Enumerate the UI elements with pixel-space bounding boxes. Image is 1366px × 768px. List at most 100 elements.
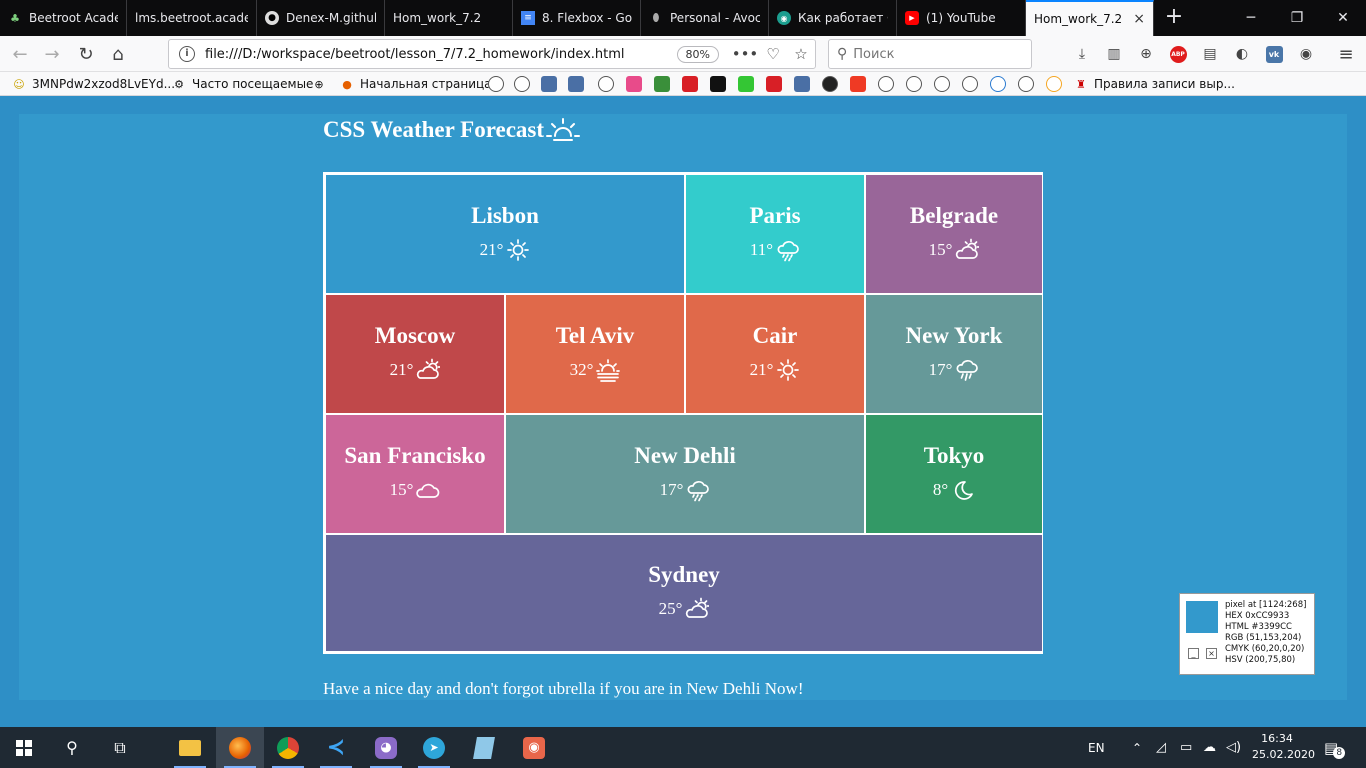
file-explorer-button[interactable] [166, 727, 214, 768]
forward-button[interactable]: → [38, 40, 66, 68]
app-eye-taskbar-button[interactable]: ◉ [510, 727, 558, 768]
back-button[interactable]: ← [6, 40, 34, 68]
search-taskbar-button[interactable]: ⚲ [48, 727, 96, 768]
home-button[interactable]: ⌂ [104, 40, 132, 68]
reload-button[interactable]: ↻ [72, 40, 100, 68]
city-name: Paris [749, 202, 801, 228]
url-text[interactable]: file:///D:/workspace/beetroot/lesson_7/7… [205, 47, 677, 62]
close-window-button[interactable]: ✕ [1320, 0, 1366, 36]
language-indicator[interactable]: EN [1088, 727, 1105, 768]
onedrive-icon[interactable]: ☁ [1203, 727, 1216, 768]
gear-icon: ⚙ [174, 77, 184, 91]
nav-bar: ← → ↻ ⌂ i file:///D:/workspace/beetroot/… [0, 36, 1366, 72]
bookmark-icon-7[interactable] [654, 76, 670, 92]
bookmark-icon-20[interactable] [1018, 76, 1034, 92]
vscode-taskbar-button[interactable]: ≺ [312, 727, 360, 768]
bookmark-icon-5[interactable] [598, 76, 614, 92]
smiley-icon: ☺ [13, 77, 25, 91]
bookmark-icon-17[interactable] [934, 76, 950, 92]
beet-icon: ♣ [10, 11, 20, 25]
account-icon[interactable]: ◉ [1296, 44, 1316, 64]
reader-view-icon[interactable]: ▤ [1200, 44, 1220, 64]
color-info: pixel at [1124:268] HEX 0xCC9933 HTML #3… [1225, 600, 1307, 665]
picker-minimize-button[interactable]: _ [1188, 648, 1199, 659]
temperature: 21° [479, 239, 504, 259]
bookmark-icon-19[interactable] [990, 76, 1006, 92]
cloud-icon [416, 483, 440, 498]
bookmark-star-icon[interactable]: ☆ [787, 45, 815, 63]
tab-beetroot-academy[interactable]: ♣Beetroot Academ [0, 0, 127, 36]
menu-icon[interactable]: ≡ [1336, 44, 1356, 65]
bookmark-icon-3[interactable] [541, 76, 557, 92]
bookmark-first[interactable]: ☺ 3MNPdw2xzod8LvEYd... [12, 75, 175, 93]
docs-icon: ≡ [521, 11, 535, 25]
chrome-taskbar-button[interactable] [264, 727, 312, 768]
tab-lms[interactable]: lms.beetroot.academ [127, 0, 257, 36]
start-button[interactable] [0, 727, 48, 768]
partly-cloudy-icon [417, 358, 441, 379]
extension-icon[interactable]: ◐ [1232, 44, 1252, 64]
volume-icon[interactable]: ◁) [1226, 727, 1241, 768]
bookmark-icon-21[interactable] [1046, 76, 1062, 92]
url-bar[interactable]: i file:///D:/workspace/beetroot/lesson_7… [168, 39, 816, 69]
bookmark-icon-13[interactable] [822, 76, 838, 92]
library-icon[interactable]: ▥ [1104, 44, 1124, 64]
bookmark-icon-1[interactable] [488, 76, 504, 92]
network-icon[interactable]: ◿ [1156, 727, 1166, 768]
bookmark-icon-9[interactable] [710, 76, 726, 92]
bookmark-icon-15[interactable] [878, 76, 894, 92]
tab-avocode[interactable]: ⬮ Personal - Avoc [641, 0, 769, 36]
city-name: Lisbon [471, 202, 539, 228]
extension-globe-icon[interactable]: ⊕ [1136, 44, 1156, 64]
minimize-button[interactable]: ─ [1228, 0, 1274, 36]
info-icon[interactable]: i [179, 46, 195, 62]
tab-css-article[interactable]: ◉Как работает CS [769, 0, 897, 36]
zoom-indicator[interactable]: 80% [676, 45, 719, 63]
tab-youtube[interactable]: ▶ (1) YouTube [897, 0, 1026, 36]
bookmark-icon-16[interactable] [906, 76, 922, 92]
bookmark-icon-8[interactable] [682, 76, 698, 92]
bookmark-icon-14[interactable] [850, 76, 866, 92]
bookmark-last[interactable]: ♜ Правила записи выр... [1074, 75, 1235, 93]
bookmark-most-visited[interactable]: ⚙ Часто посещаемые [172, 75, 313, 93]
telegram-taskbar-button[interactable]: ➤ [410, 727, 458, 768]
vk-icon[interactable]: vk [1264, 44, 1284, 64]
new-tab-button[interactable]: + [1160, 4, 1188, 32]
page-actions-icon[interactable]: ••• [731, 45, 759, 63]
picker-close-button[interactable]: × [1206, 648, 1217, 659]
app-cat-taskbar-button[interactable]: ◕ [362, 727, 410, 768]
city-card-belgrade: Belgrade 15° [865, 174, 1043, 294]
city-name: New York [905, 322, 1003, 348]
bookmark-icon-6[interactable] [626, 76, 642, 92]
notifications-button[interactable]: ▤ 8 [1324, 727, 1346, 768]
bookmark-icon-18[interactable] [962, 76, 978, 92]
pin-icon: ♜ [1076, 77, 1086, 91]
close-tab-icon[interactable]: × [1133, 11, 1145, 27]
bookmark-icon-4[interactable] [568, 76, 584, 92]
show-hidden-icons-button[interactable]: ⌃ [1132, 727, 1142, 768]
bookmark-icon-12[interactable] [794, 76, 810, 92]
battery-icon[interactable]: ▭ [1180, 727, 1192, 768]
bookmark-icon-2[interactable] [514, 76, 530, 92]
task-view-button[interactable]: ⧉ [96, 727, 144, 768]
tab-homework[interactable]: Hom_work_7.2 [385, 0, 513, 36]
tab-homework-active[interactable]: Hom_work_7.2 × [1026, 0, 1154, 36]
downloads-icon[interactable]: ⤓ [1072, 44, 1092, 64]
bookmark-icon-10[interactable] [738, 76, 754, 92]
firefox-taskbar-button[interactable] [216, 727, 264, 768]
search-bar[interactable]: ⚲ [828, 39, 1032, 69]
adblock-icon[interactable]: ABP [1168, 44, 1188, 64]
bookmark-icon-11[interactable] [766, 76, 782, 92]
bookmark-start-page[interactable]: ● Начальная страница [340, 75, 491, 93]
notes-taskbar-button[interactable] [460, 727, 508, 768]
restore-button[interactable]: ❐ [1274, 0, 1320, 36]
pocket-icon[interactable]: ♡ [759, 45, 787, 63]
bookmark-globe[interactable]: ⊕ [312, 75, 332, 93]
search-input[interactable] [853, 46, 1014, 62]
reload-icon: ↻ [78, 43, 94, 65]
temperature: 25° [658, 598, 683, 618]
task-view-icon: ⧉ [114, 737, 126, 757]
clock[interactable]: 16:34 25.02.2020 [1252, 731, 1315, 763]
tab-github[interactable]: ● Denex-M.github [257, 0, 385, 36]
tab-flexbox-doc[interactable]: ≡ 8. Flexbox - Goo [513, 0, 641, 36]
